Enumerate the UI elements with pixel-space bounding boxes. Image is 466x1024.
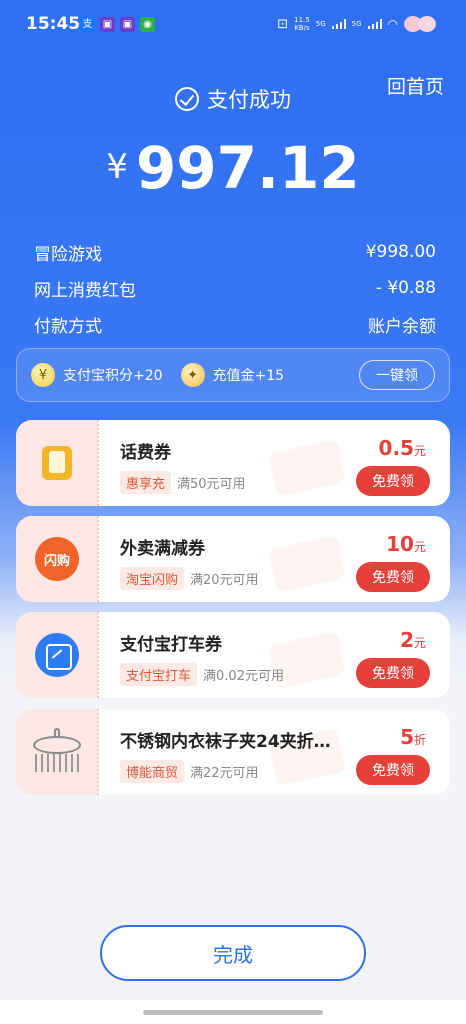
payment-success-label: 支付成功 <box>207 88 291 112</box>
recharge-reward-label: 充值金+15 <box>212 368 285 384</box>
coupon-card: 话费券 惠享充 满50元可用 0.5元 免费领 <box>16 420 450 506</box>
claim-free-button[interactable]: 免费领 <box>356 658 430 688</box>
detail-row-payment-method: 付款方式 账户余额 <box>34 306 436 342</box>
coupon-card: 闪购 外卖满减券 淘宝闪购 满20元可用 10元 免费领 <box>16 516 450 602</box>
home-indicator[interactable] <box>143 1010 323 1015</box>
points-reward-label: 支付宝积分+20 <box>63 368 163 384</box>
signal-icon-1 <box>331 19 346 29</box>
coupon-title: 支付宝打车券 <box>120 635 222 655</box>
coupon-watermark <box>268 535 346 593</box>
phone-icon <box>42 446 72 480</box>
coupon-condition: 满22元可用 <box>190 766 259 781</box>
signal-label-1: 5G <box>315 20 326 28</box>
coupon-condition: 满20元可用 <box>190 573 259 588</box>
coupon-value: 10元 <box>386 532 426 556</box>
coupon-watermark <box>268 439 346 497</box>
wifi-icon: ◠ <box>387 17 398 31</box>
recharge-coin-icon: ✦ <box>180 363 205 387</box>
coupon-card: 支付宝打车券 支付宝打车 满0.02元可用 2元 免费领 <box>16 612 450 698</box>
payment-success-header: 支付成功 <box>0 84 466 114</box>
coupon-value: 0.5元 <box>378 436 426 460</box>
signal-label-2: 5G <box>351 20 362 28</box>
nfc-icon: ⊡ <box>277 16 289 32</box>
currency-symbol: ¥ <box>106 147 128 187</box>
net-speed: 11.5 KB/s <box>294 16 310 32</box>
payment-amount: ¥997.12 <box>0 134 466 202</box>
status-bar: 15:45 支 ▣ ▣ ◉ ⊡ 11.5 KB/s 5G 5G ◠ <box>0 0 466 50</box>
claim-free-button[interactable]: 免费领 <box>356 562 430 592</box>
amount-value: 997.12 <box>135 134 360 202</box>
coupon-card: 不锈钢内衣袜子夹24夹折… 博能商贸 满22元可用 5折 免费领 <box>16 709 450 795</box>
coupon-condition: 满0.02元可用 <box>203 669 284 684</box>
app-notification-icon: ▣ <box>100 17 115 32</box>
coupon-icon-area <box>16 612 99 698</box>
coupon-title: 不锈钢内衣袜子夹24夹折… <box>120 732 331 752</box>
coupon-icon-area <box>16 709 99 795</box>
coupon-icon-area <box>16 420 99 506</box>
coupon-tag: 支付宝打车 <box>120 663 198 686</box>
payment-details: 冒险游戏 ¥998.00 网上消费红包 - ¥0.88 付款方式 账户余额 <box>34 234 436 342</box>
coupon-value: 2元 <box>400 628 426 652</box>
detail-label: 网上消费红包 <box>34 280 136 301</box>
detail-label: 冒险游戏 <box>34 244 102 265</box>
detail-row-item: 冒险游戏 ¥998.00 <box>34 234 436 270</box>
taxi-icon <box>35 633 79 677</box>
status-indicators: ⊡ 11.5 KB/s 5G 5G ◠ <box>277 14 438 34</box>
coupon-title: 外卖满减券 <box>120 539 205 559</box>
detail-row-discount: 网上消费红包 - ¥0.88 <box>34 270 436 306</box>
battery-hearts-icon <box>404 14 438 34</box>
coupon-value: 5折 <box>400 725 426 749</box>
coupon-icon-area: 闪购 <box>16 516 99 602</box>
detail-value: ¥998.00 <box>365 242 436 262</box>
coupon-tag: 惠享充 <box>120 471 172 494</box>
rewards-bar: ¥ 支付宝积分+20 ✦ 充值金+15 一键领 <box>16 348 450 402</box>
hanger-icon <box>29 728 85 776</box>
coupon-title: 话费券 <box>120 443 171 463</box>
claim-all-button[interactable]: 一键领 <box>359 360 435 390</box>
claim-free-button[interactable]: 免费领 <box>356 466 430 496</box>
detail-value: - ¥0.88 <box>375 278 436 298</box>
coupon-tag: 博能商贸 <box>120 760 185 783</box>
signal-icon-2 <box>367 19 382 29</box>
wechat-notification-icon: ◉ <box>140 17 155 32</box>
detail-value: 账户余额 <box>368 316 436 337</box>
alipay-notification-icon: 支 <box>80 17 95 32</box>
flash-buy-icon: 闪购 <box>35 537 79 581</box>
points-coin-icon: ¥ <box>31 363 55 387</box>
check-circle-icon <box>175 87 199 111</box>
done-button[interactable]: 完成 <box>100 925 366 981</box>
coupon-tag: 淘宝闪购 <box>120 567 185 590</box>
coupon-condition: 满50元可用 <box>177 477 246 492</box>
claim-free-button[interactable]: 免费领 <box>356 755 430 785</box>
detail-label: 付款方式 <box>34 316 102 337</box>
status-time: 15:45 <box>26 14 81 34</box>
app-notification-icon-2: ▣ <box>120 17 135 32</box>
